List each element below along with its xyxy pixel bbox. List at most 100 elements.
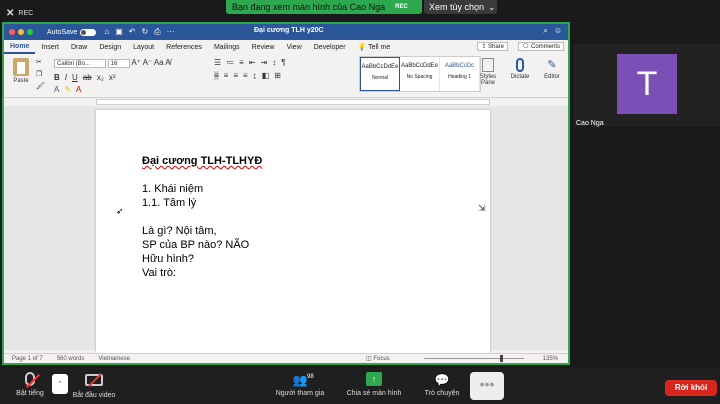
window-controls — [9, 29, 33, 35]
multilevel-list-icon[interactable]: ≡ — [239, 58, 244, 67]
line-spacing-icon[interactable]: ↨ — [253, 71, 257, 80]
styles-gallery: AaBbCcDdEe Normal AaBbCcDdEe No Spacing … — [359, 56, 481, 92]
tab-home[interactable]: Home — [4, 40, 36, 54]
share-banner: Bạn đang xem màn hình của Cao Nga REC — [226, 0, 422, 14]
close-window-button[interactable] — [9, 29, 15, 35]
borders-icon[interactable]: ⊞ — [274, 71, 281, 80]
share-screen-label: Chia sẻ màn hình — [346, 390, 402, 397]
paste-button[interactable]: Paste — [10, 58, 32, 84]
horizontal-ruler[interactable] — [4, 98, 568, 106]
justify-icon[interactable]: ≡ — [243, 71, 248, 80]
share-screen-button[interactable]: ↑ Chia sẻ màn hình — [342, 372, 406, 397]
style-normal[interactable]: AaBbCcDdEe Normal — [360, 57, 400, 91]
highlight-icon[interactable]: ✎ — [64, 85, 71, 94]
doc-heading-text: Đại cương TLH-TLHYĐ — [142, 155, 263, 167]
text-effects-icon[interactable]: A — [54, 85, 59, 94]
more-icon[interactable]: ··· — [167, 27, 175, 37]
grow-font-icon[interactable]: A⁺ — [131, 58, 141, 67]
language-status[interactable]: Vietnamese — [98, 356, 130, 362]
maximize-window-button[interactable] — [27, 29, 33, 35]
chat-bubble-icon: 💬 — [434, 373, 450, 387]
chat-button[interactable]: 💬 Trò chuyện — [420, 372, 464, 397]
font-size-select[interactable]: 16 — [107, 59, 130, 68]
document-page[interactable]: Đại cương TLH-TLHYĐ 1. Khái niệm 1.1. Tâ… — [96, 110, 490, 354]
pilcrow-icon[interactable]: ¶ — [281, 58, 285, 67]
zoom-slider-handle[interactable] — [500, 355, 503, 362]
style-heading1[interactable]: AaBbCcDc Heading 1 — [440, 57, 480, 91]
document-title: Đại cương TLH y20C — [254, 27, 324, 34]
view-options-button[interactable]: Xem tùy chọn ⌄ — [424, 0, 497, 14]
shading-icon[interactable]: ◧ — [262, 71, 270, 80]
zoom-percent[interactable]: 135% — [543, 356, 558, 362]
document-body[interactable]: Đại cương TLH-TLHYĐ 1. Khái niệm 1.1. Tâ… — [142, 154, 262, 280]
ribbon-home: Paste ✂ ❐ 🖌 Calibri (Bo... 16 A⁺ A⁻ Aa A… — [4, 54, 568, 98]
decrease-indent-icon[interactable]: ⇤ — [249, 58, 256, 67]
clear-format-icon[interactable]: A̸ — [165, 58, 170, 67]
redo-icon[interactable]: ↻ — [141, 27, 148, 37]
strikethrough-icon[interactable]: ab — [83, 73, 92, 82]
autosave-toggle[interactable] — [80, 28, 97, 36]
share-button[interactable]: ⇪ Share — [477, 42, 508, 51]
tab-insert[interactable]: Insert — [35, 44, 65, 51]
home-icon[interactable]: ⌂ — [104, 27, 109, 37]
shrink-font-icon[interactable]: A⁻ — [143, 58, 153, 67]
tell-me-search[interactable]: 💡 Tell me — [352, 43, 397, 51]
undo-icon[interactable]: ↶ — [129, 27, 136, 37]
align-left-icon[interactable]: ≡ — [214, 71, 219, 80]
bullets-icon[interactable]: ☰ — [214, 58, 221, 67]
save-icon[interactable]: ▣ — [115, 27, 123, 37]
change-case-icon[interactable]: Aa — [154, 58, 164, 67]
start-video-button[interactable]: Bắt đầu video — [70, 372, 118, 399]
subscript-icon[interactable]: x₂ — [97, 73, 104, 82]
underline-icon[interactable]: U — [72, 73, 78, 82]
tab-review[interactable]: Review — [246, 44, 281, 51]
bold-icon[interactable]: B — [54, 73, 60, 82]
tab-mailings[interactable]: Mailings — [208, 44, 246, 51]
close-icon[interactable]: ✕ — [6, 8, 14, 19]
numbering-icon[interactable]: ≔ — [226, 58, 234, 67]
minimize-window-button[interactable] — [18, 29, 24, 35]
font-name-select[interactable]: Calibri (Bo... — [54, 59, 106, 68]
emoji-icon[interactable]: ☺ — [554, 26, 562, 36]
dictate-button[interactable]: Dictate — [508, 58, 532, 86]
tab-layout[interactable]: Layout — [127, 44, 160, 51]
copy-icon[interactable]: ❐ — [36, 70, 45, 78]
tab-developer[interactable]: Developer — [308, 44, 352, 51]
page-count[interactable]: Page 1 of 7 — [12, 356, 43, 362]
styles-pane-button[interactable]: Styles Pane — [476, 58, 500, 86]
avatar: T — [617, 54, 677, 114]
share-label: Share — [487, 44, 504, 50]
quick-access-toolbar: ⌂ ▣ ↶ ↻ ⎙ ··· — [104, 27, 174, 37]
cut-icon[interactable]: ✂ — [36, 58, 45, 66]
leave-button[interactable]: Rời khỏi — [665, 380, 717, 396]
search-icon[interactable]: ⌕ — [543, 26, 547, 36]
italic-icon[interactable]: I — [65, 73, 67, 82]
zoom-slider[interactable] — [424, 358, 524, 359]
participants-button[interactable]: 👥 Người tham gia — [272, 372, 328, 397]
comments-button[interactable]: 🗨 Comments — [517, 42, 564, 51]
font-color-icon[interactable]: A — [76, 85, 81, 94]
tab-design[interactable]: Design — [93, 44, 127, 51]
increase-indent-icon[interactable]: ⇥ — [261, 58, 268, 67]
align-right-icon[interactable]: ≡ — [233, 71, 238, 80]
superscript-icon[interactable]: x² — [109, 73, 116, 82]
ruler-bar — [96, 99, 490, 105]
paragraph-group: ☰ ≔ ≡ ⇤ ⇥ ↕ ¶ ≡ ≡ ≡ ≡ ↨ ◧ ⊞ — [214, 58, 286, 84]
unmute-button[interactable]: Bật tiếng — [10, 372, 50, 397]
align-center-icon[interactable]: ≡ — [224, 71, 229, 80]
editor-button[interactable]: ✎ Editor — [540, 58, 564, 86]
sort-icon[interactable]: ↕ — [272, 58, 276, 67]
focus-button[interactable]: ◫ Focus — [366, 355, 390, 362]
tab-draw[interactable]: Draw — [65, 44, 93, 51]
editor-icon: ✎ — [547, 59, 557, 71]
style-no-spacing[interactable]: AaBbCcDdEe No Spacing — [400, 57, 440, 91]
tab-view[interactable]: View — [281, 44, 308, 51]
tab-references[interactable]: References — [160, 44, 208, 51]
print-icon[interactable]: ⎙ — [154, 27, 160, 37]
participant-tile[interactable]: T Cao Nga — [574, 44, 720, 127]
word-count[interactable]: 560 words — [57, 356, 85, 362]
format-painter-icon[interactable]: 🖌 — [36, 82, 45, 90]
more-button[interactable]: ••• — [470, 372, 504, 400]
audio-options-caret[interactable]: ^ — [52, 374, 68, 394]
